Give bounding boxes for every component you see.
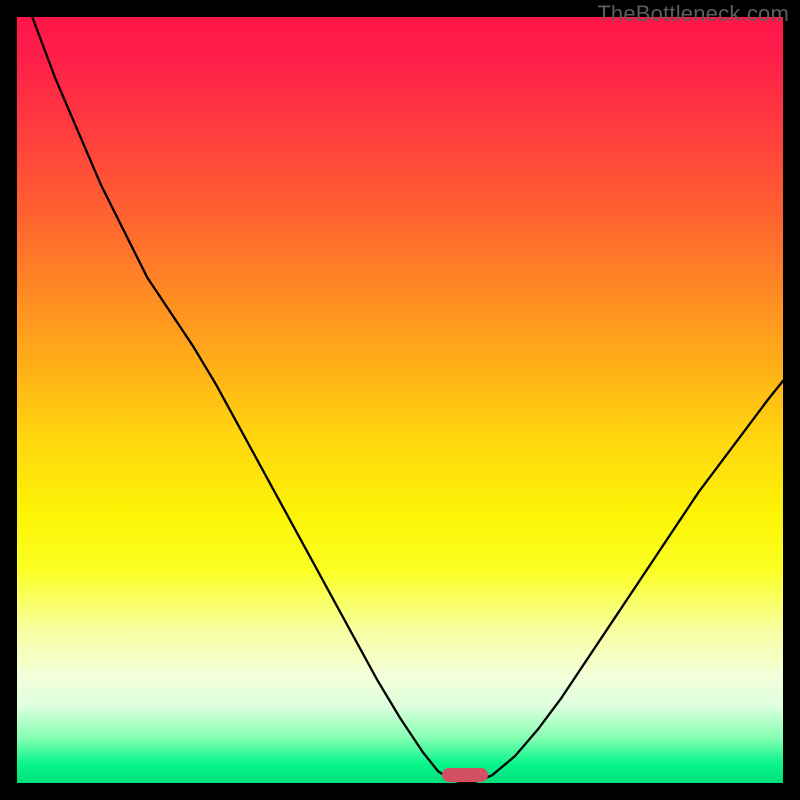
plot-area xyxy=(17,17,783,783)
bottleneck-curve xyxy=(17,17,783,783)
chart-frame: TheBottleneck.com xyxy=(0,0,800,800)
optimal-range-marker xyxy=(442,768,488,782)
watermark-text: TheBottleneck.com xyxy=(597,1,789,27)
